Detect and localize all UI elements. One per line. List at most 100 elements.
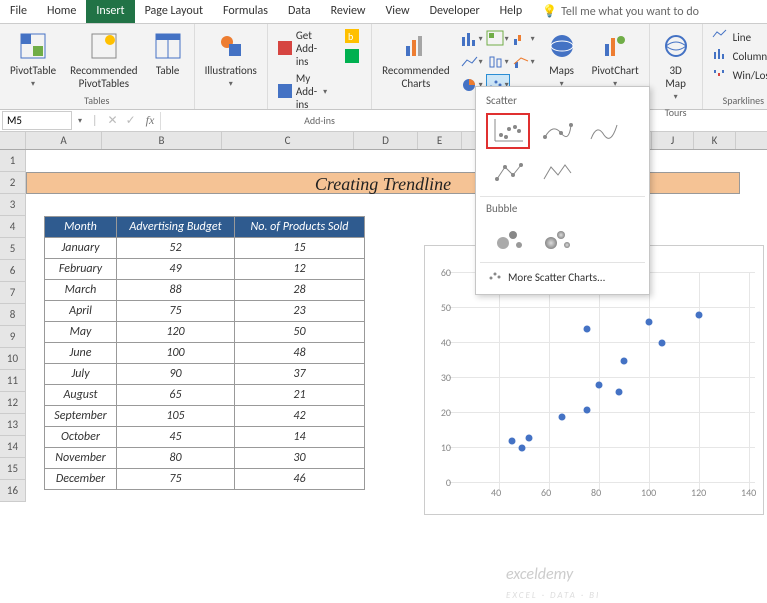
tab-data[interactable]: Data [278,0,321,23]
data-point[interactable] [583,326,590,333]
row-header-1[interactable]: 1 [0,150,26,172]
illustrations-icon [215,30,247,62]
maps-button[interactable]: Maps▾ [542,28,582,91]
tab-help[interactable]: Help [490,0,533,23]
hierarchy-chart-button[interactable]: ▾ [486,28,510,50]
y-tick: 30 [441,371,451,384]
data-point[interactable] [696,312,703,319]
fx-icon[interactable]: fx [140,113,161,128]
row-header-16[interactable]: 16 [0,480,26,502]
formula-bar: ▾ | ✕ ✓ fx [0,110,767,132]
table-row: October4514 [45,427,365,448]
cancel-icon[interactable]: ✕ [104,113,122,128]
row-header-11[interactable]: 11 [0,370,26,392]
select-all-corner[interactable] [0,132,26,149]
col-header-J[interactable]: J [652,132,694,149]
data-point[interactable] [646,319,653,326]
tab-review[interactable]: Review [321,0,376,23]
recommended-pivot-button[interactable]: Recommended PivotTables [66,28,141,92]
3d-map-button[interactable]: 3D Map▾ [656,28,696,104]
data-point[interactable] [616,389,623,396]
get-addins-button[interactable]: Get Add-ins [274,28,331,69]
scatter-option-smooth-markers[interactable] [534,113,578,149]
row-headers: 12345678910111213141516 [0,150,26,502]
table-row: November8030 [45,448,365,469]
recommended-charts-button[interactable]: Recommended Charts [378,28,453,92]
tab-view[interactable]: View [376,0,420,23]
bubble-option-2d[interactable] [486,221,530,257]
statistic-chart-button[interactable]: ▾ [486,51,510,73]
row-header-7[interactable]: 7 [0,282,26,304]
y-tick: 20 [441,406,451,419]
tab-formulas[interactable]: Formulas [213,0,278,23]
people-graph-button[interactable] [341,48,365,66]
combo-chart-button[interactable]: ▾ [512,51,536,73]
row-header-3[interactable]: 3 [0,194,26,216]
sparkline-line-button[interactable]: Line [709,28,767,46]
table-row: September10542 [45,406,365,427]
data-point[interactable] [526,434,533,441]
bing-maps-button[interactable]: b [341,28,365,46]
more-scatter-charts-link[interactable]: More Scatter Charts... [480,265,645,290]
row-header-14[interactable]: 14 [0,436,26,458]
line-chart-button[interactable]: ▾ [460,51,484,73]
tab-page-layout[interactable]: Page Layout [135,0,213,23]
table-row: March8828 [45,280,365,301]
data-point[interactable] [558,413,565,420]
sparkline-winloss-button[interactable]: Win/Loss [709,66,767,84]
cells-area[interactable]: Creating Trendline MonthAdvertising Budg… [26,150,767,502]
col-header-K[interactable]: K [694,132,736,149]
col-header-C[interactable]: C [222,132,354,149]
maps-icon [546,30,578,62]
col-header-A[interactable]: A [26,132,102,149]
y-tick: 10 [441,441,451,454]
tab-file[interactable]: File [0,0,37,23]
col-header-D[interactable]: D [354,132,418,149]
bubble-option-3d[interactable] [534,221,578,257]
row-header-5[interactable]: 5 [0,238,26,260]
svg-text:b: b [348,30,353,43]
column-chart-button[interactable]: ▾ [460,28,484,50]
data-point[interactable] [583,406,590,413]
tell-me[interactable]: 💡Tell me what you want to do [532,0,709,23]
x-tick: 120 [691,486,706,499]
formula-input[interactable] [160,112,767,130]
row-header-8[interactable]: 8 [0,304,26,326]
row-header-13[interactable]: 13 [0,414,26,436]
illustrations-button[interactable]: Illustrations▾ [201,28,261,91]
sparkline-column-button[interactable]: Column [709,47,767,65]
enter-icon[interactable]: ✓ [122,113,140,128]
tab-developer[interactable]: Developer [420,0,490,23]
row-header-6[interactable]: 6 [0,260,26,282]
col-header-B[interactable]: B [102,132,222,149]
name-box[interactable] [2,111,72,130]
pivottable-button[interactable]: PivotTable▾ [6,28,60,91]
row-header-15[interactable]: 15 [0,458,26,480]
waterfall-chart-button[interactable]: ▾ [512,28,536,50]
scatter-option-lines-markers[interactable] [486,155,530,191]
table-header: Month [45,217,117,238]
store-icon [278,41,292,57]
tab-insert[interactable]: Insert [86,0,134,23]
pivotchart-button[interactable]: PivotChart▾ [588,28,643,91]
row-header-9[interactable]: 9 [0,326,26,348]
data-point[interactable] [518,445,525,452]
scatter-option-smooth[interactable] [582,113,626,149]
row-header-4[interactable]: 4 [0,216,26,238]
row-header-12[interactable]: 12 [0,392,26,414]
tab-home[interactable]: Home [37,0,86,23]
scatter-option-lines[interactable] [534,155,578,191]
group-tours: 3D Map▾ Tours [650,24,703,109]
data-point[interactable] [596,382,603,389]
data-point[interactable] [508,438,515,445]
data-point[interactable] [621,357,628,364]
table-button[interactable]: Table [148,28,188,79]
col-header-E[interactable]: E [418,132,462,149]
scatter-option-markers[interactable] [486,113,530,149]
row-header-2[interactable]: 2 [0,172,26,194]
row-header-10[interactable]: 10 [0,348,26,370]
y-tick: 0 [446,476,451,489]
my-addins-button[interactable]: My Add-ins▾ [274,71,331,112]
table-row: July9037 [45,364,365,385]
data-point[interactable] [658,340,665,347]
